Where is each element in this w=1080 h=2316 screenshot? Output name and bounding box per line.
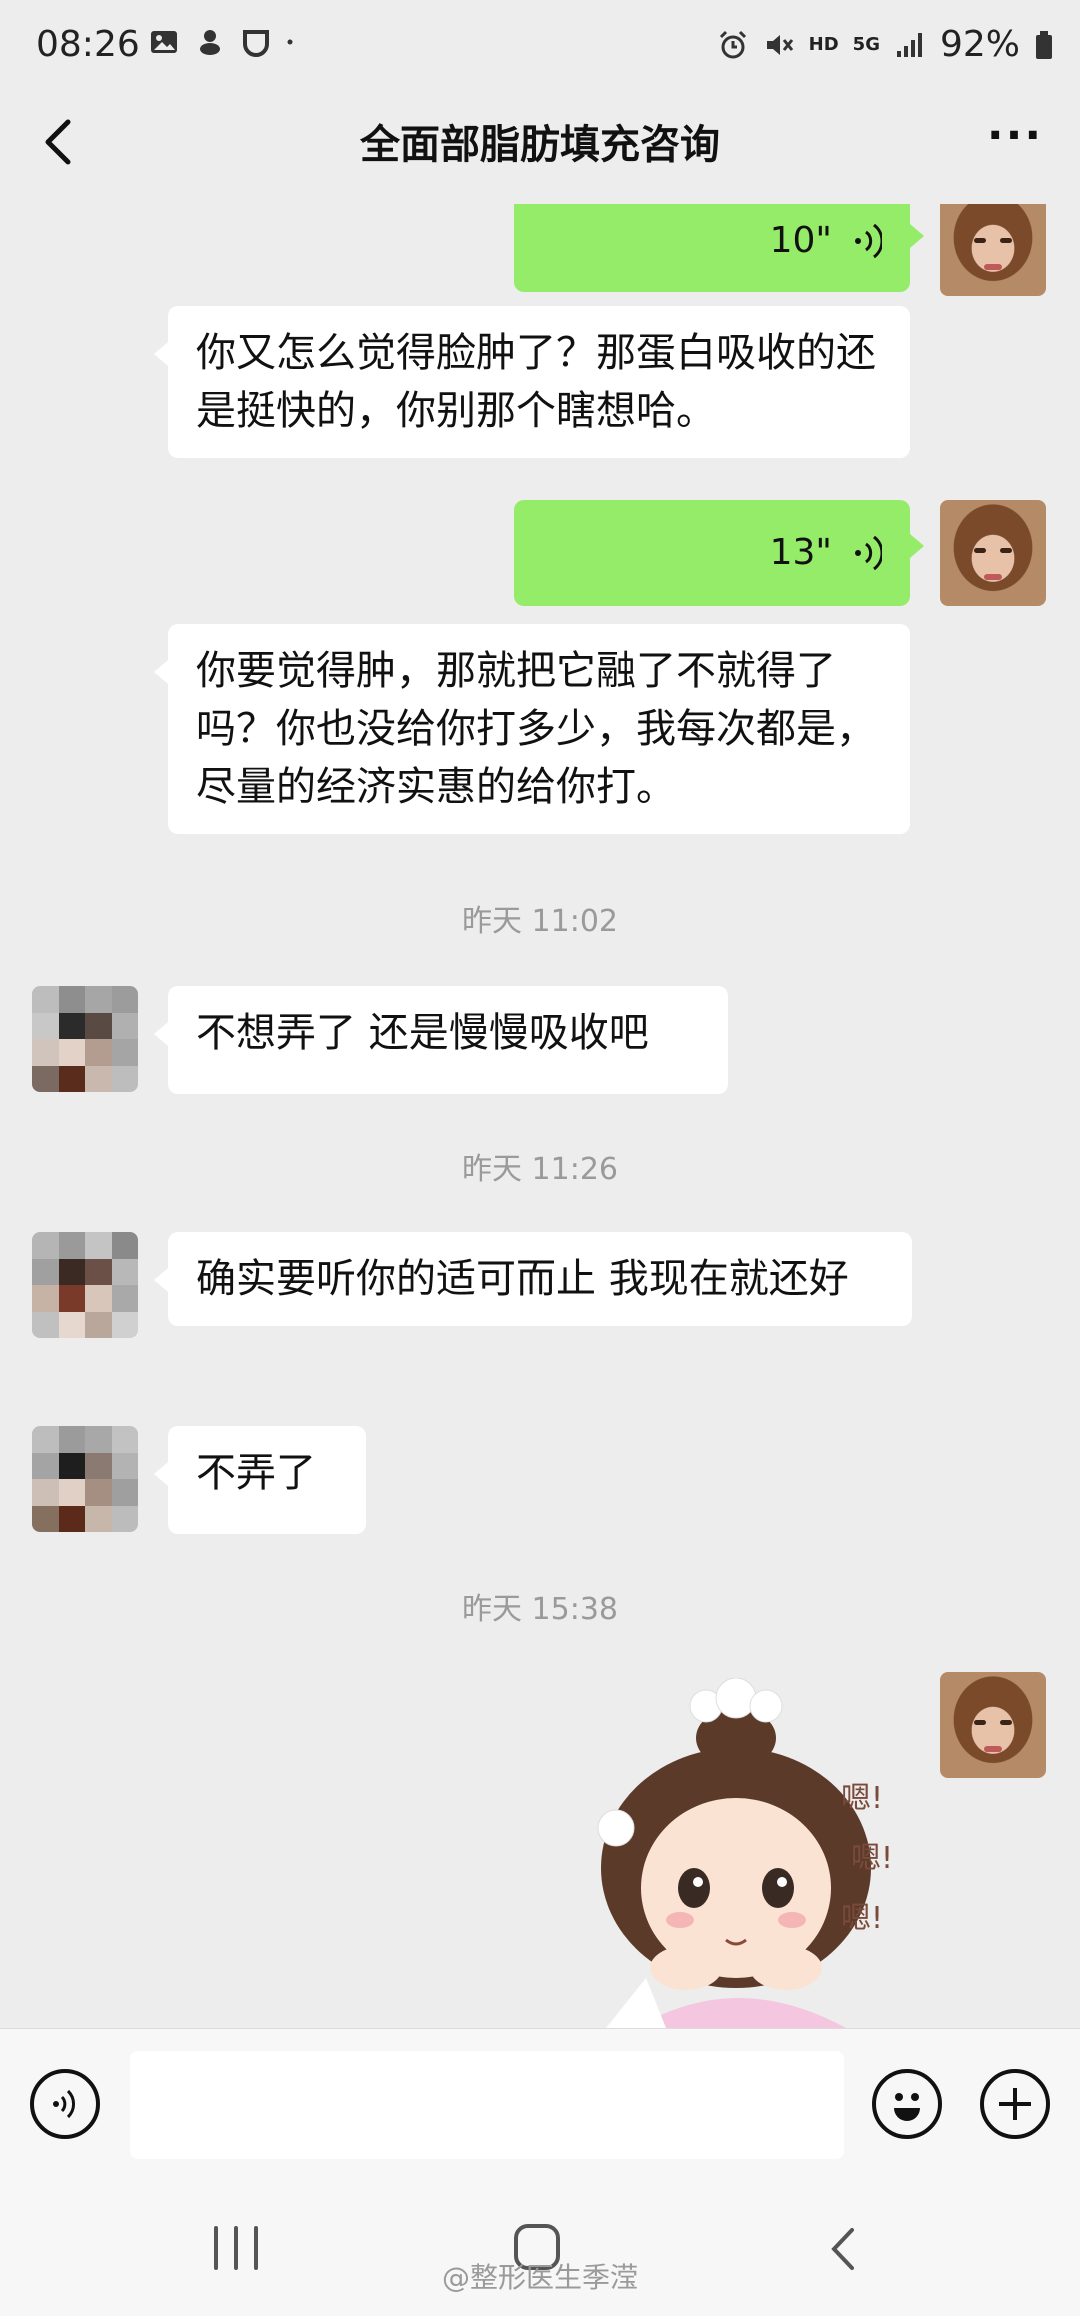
avatar[interactable] — [32, 986, 138, 1092]
voice-input-icon[interactable] — [30, 2069, 100, 2139]
mute-icon — [766, 34, 793, 55]
timestamp: 昨天 11:02 — [462, 904, 618, 939]
battery-percent: 92% — [939, 24, 1020, 65]
status-left-icons — [148, 26, 302, 58]
avatar[interactable] — [940, 500, 1046, 606]
emoji-icon[interactable] — [872, 2069, 942, 2139]
avatar[interactable] — [940, 204, 1046, 296]
voice-duration: 10" — [769, 220, 832, 261]
app-icon — [243, 30, 269, 57]
text-message[interactable]: 你又怎么觉得脸肿了？那蛋白吸收的还是挺快的，你别那个瞎想哈。 — [154, 306, 910, 458]
signal-icon — [896, 32, 922, 57]
chat-header: 全面部脂肪填充咨询 ··· — [0, 90, 1080, 204]
voice-message[interactable]: 10" — [514, 204, 924, 292]
input-bar — [0, 2028, 1080, 2189]
dot-icon — [287, 39, 293, 45]
system-nav-bar — [0, 2188, 1080, 2316]
status-right-icons: HD 5G 92% — [717, 24, 1054, 65]
status-time: 08:26 — [36, 24, 140, 65]
avatar[interactable] — [940, 1672, 1046, 1778]
timestamp: 昨天 15:38 — [462, 1592, 618, 1627]
sticker-text: 嗯! — [851, 1841, 893, 1876]
voice-duration: 13" — [769, 532, 832, 573]
sticker-text: 嗯! — [841, 1901, 883, 1936]
text-message[interactable]: 确实要听你的适可而止 我现在就还好 — [154, 1232, 912, 1326]
text-message[interactable]: 你要觉得肿，那就把它融了不就得了吗？你也没给你打多少，我每次都是，尽量的经济实惠… — [154, 624, 910, 834]
avatar[interactable] — [32, 1232, 138, 1338]
sticker-image[interactable]: 嗯! 嗯! 嗯! — [586, 1678, 906, 2028]
timestamp: 昨天 11:26 — [462, 1152, 618, 1187]
message-input[interactable] — [130, 2051, 844, 2159]
chat-area[interactable]: 10" 你又怎么觉得脸肿了？那蛋白吸收的还是挺快的，你别那个瞎想哈。 13" 你… — [0, 204, 1080, 2028]
chat-title: 全面部脂肪填充咨询 — [360, 122, 720, 168]
watermark: @整形医生季滢 — [441, 2261, 638, 2294]
image-icon — [151, 31, 177, 53]
status-bar: 08:26 HD 5G 92% — [0, 0, 1080, 90]
network-label: 5G — [852, 34, 880, 55]
battery-icon — [1036, 30, 1052, 59]
voice-wave-icon — [855, 535, 882, 571]
game-icon — [200, 30, 220, 55]
voice-message[interactable]: 13" — [514, 500, 924, 606]
text-message[interactable]: 不想弄了 还是慢慢吸收吧 — [154, 986, 728, 1094]
more-button[interactable]: ··· — [980, 112, 1050, 172]
voice-wave-icon — [855, 223, 882, 259]
avatar[interactable] — [32, 1426, 138, 1532]
plus-icon[interactable] — [980, 2069, 1050, 2139]
hd-label: HD — [808, 34, 839, 55]
alarm-icon — [719, 30, 746, 58]
sticker-text: 嗯! — [841, 1781, 883, 1816]
text-message[interactable]: 不弄了 — [154, 1426, 366, 1534]
